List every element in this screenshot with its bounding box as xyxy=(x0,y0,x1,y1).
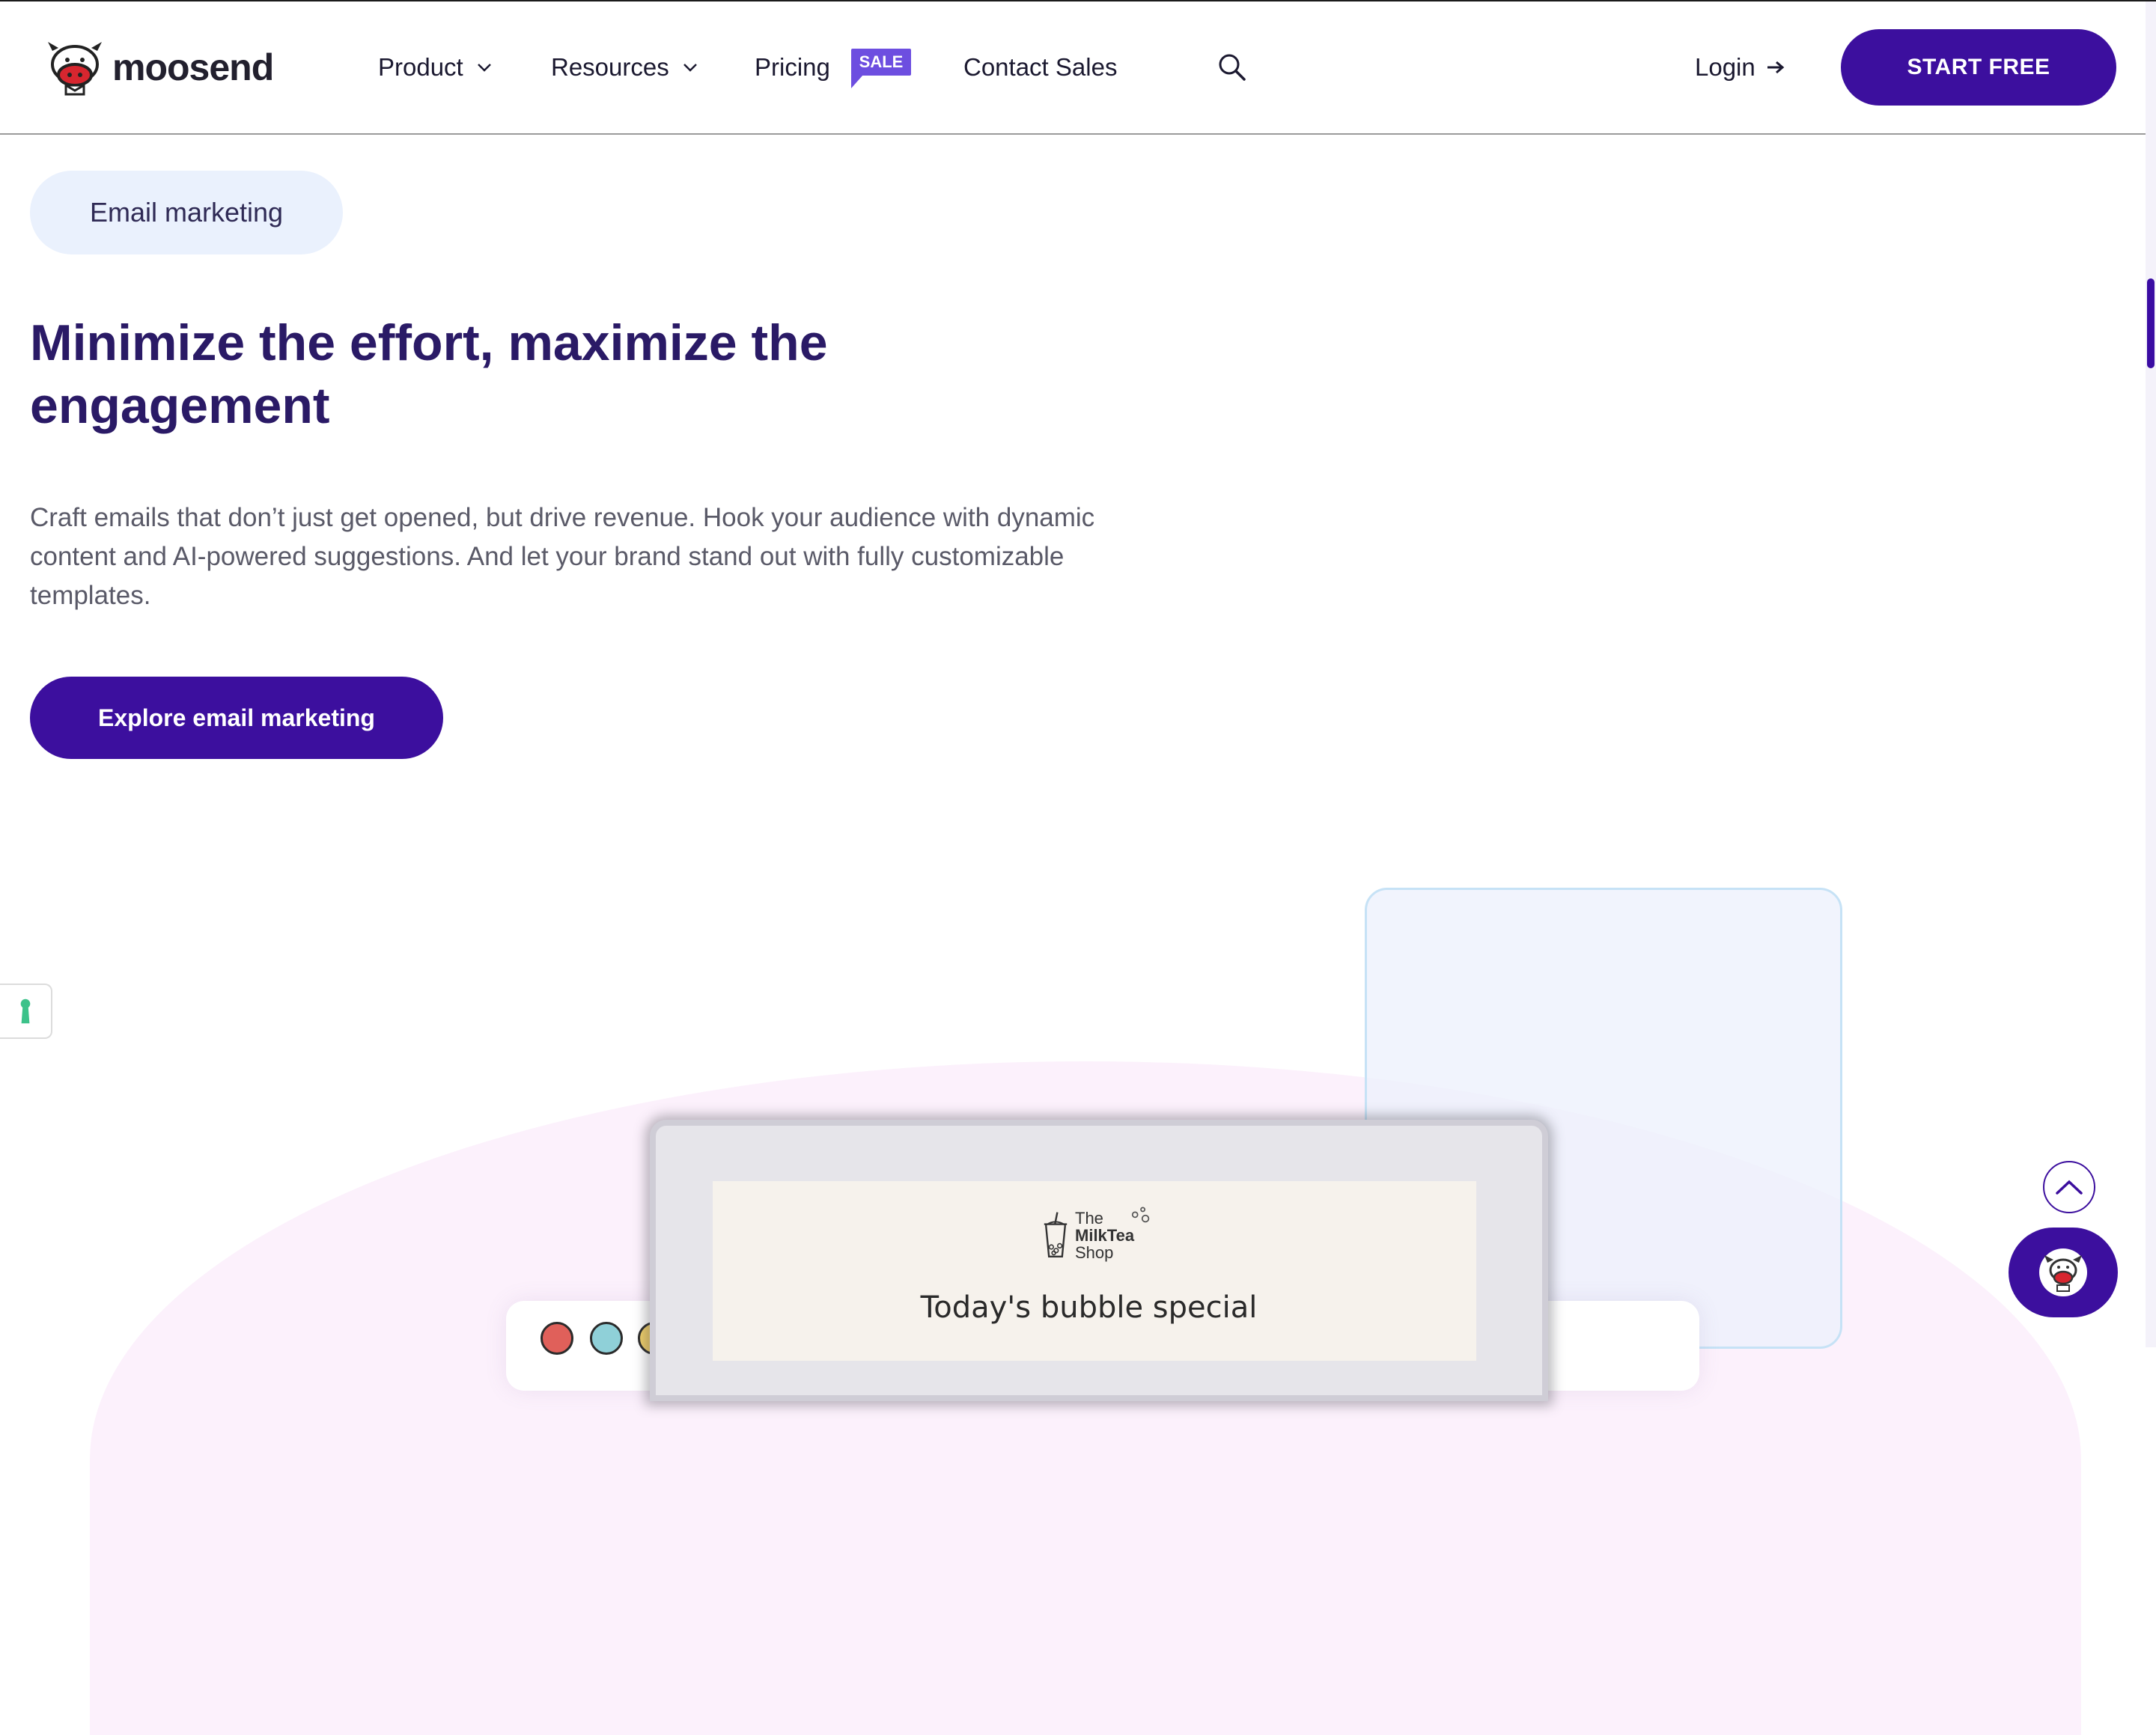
search-icon[interactable] xyxy=(1216,51,1249,84)
page-scrollbar-track[interactable] xyxy=(2146,1,2156,1347)
window-dot-red xyxy=(540,1322,573,1355)
nav-pricing-label: Pricing xyxy=(755,53,830,81)
start-free-button[interactable]: START FREE xyxy=(1841,29,2116,106)
nav-contact-sales[interactable]: Contact Sales xyxy=(963,51,1117,84)
milktea-shop-name: The MilkTea Shop xyxy=(1075,1210,1134,1261)
chevron-up-icon xyxy=(2056,1180,2083,1195)
logo-text: moosend xyxy=(112,46,274,88)
nav-product[interactable]: Product xyxy=(378,51,492,84)
window-dot-teal xyxy=(590,1322,623,1355)
moose-logo-icon xyxy=(48,42,102,96)
back-to-top-button[interactable] xyxy=(2043,1161,2095,1213)
brand-line-1: The xyxy=(1075,1208,1103,1228)
keyhole-icon xyxy=(20,998,31,1024)
nav-product-label: Product xyxy=(378,53,463,81)
nav-pricing[interactable]: Pricing xyxy=(755,51,830,84)
brand-line-2: MilkTea xyxy=(1075,1225,1135,1245)
explore-email-marketing-button[interactable]: Explore email marketing xyxy=(30,677,443,759)
sale-badge: SALE xyxy=(851,49,911,76)
page-scrollbar-thumb[interactable] xyxy=(2147,278,2155,368)
login-label: Login xyxy=(1695,53,1755,81)
login-link[interactable]: Login xyxy=(1695,51,1785,84)
nav-contact-sales-label: Contact Sales xyxy=(963,53,1118,81)
site-header: moosend Product Resources Pricing SALE C… xyxy=(0,1,2146,135)
brand-line-3: Shop xyxy=(1075,1242,1114,1262)
accessibility-tab[interactable] xyxy=(0,984,52,1039)
hero-description: Craft emails that don’t just get opened,… xyxy=(30,503,1095,610)
hero-headline: Minimize the effort, maximize the engage… xyxy=(30,314,828,434)
moose-chat-icon xyxy=(2039,1248,2087,1296)
sale-badge-tail xyxy=(851,75,863,88)
arrow-right-icon xyxy=(1767,61,1785,74)
chat-launcher-button[interactable] xyxy=(2009,1228,2118,1317)
chevron-down-icon xyxy=(683,64,697,72)
email-preview-heading: Today's bubble special xyxy=(920,1290,1258,1325)
nav-resources[interactable]: Resources xyxy=(551,51,698,84)
bubbles-icon xyxy=(1131,1207,1150,1223)
email-marketing-pill: Email marketing xyxy=(30,171,343,254)
moosend-logo[interactable]: moosend xyxy=(45,37,274,97)
chevron-down-icon xyxy=(477,64,491,72)
nav-resources-label: Resources xyxy=(551,53,669,81)
bubble-tea-cup-icon xyxy=(1044,1212,1068,1257)
milktea-shop-logo: The MilkTea Shop xyxy=(1041,1207,1151,1262)
